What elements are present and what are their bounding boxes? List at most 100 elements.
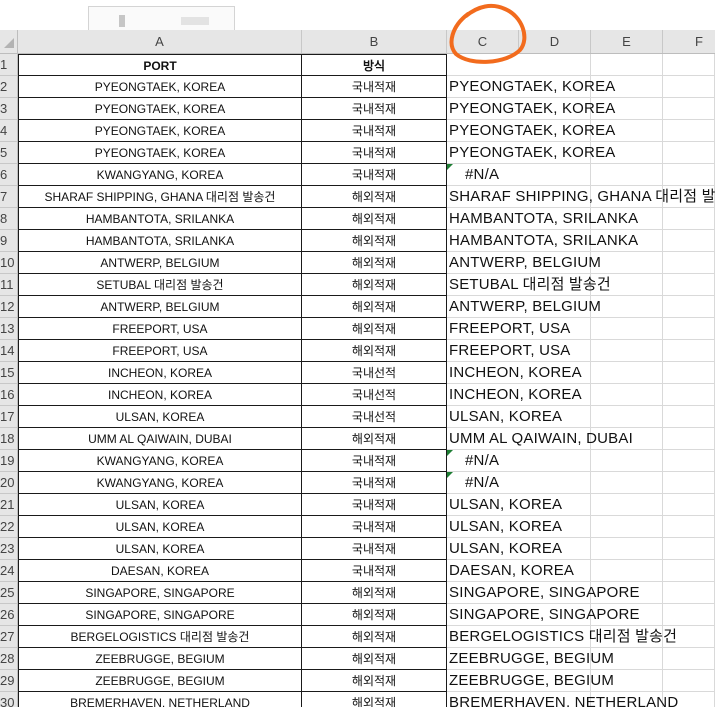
cell[interactable]: [519, 450, 591, 472]
cell[interactable]: [591, 538, 663, 560]
cell[interactable]: [591, 560, 663, 582]
method-cell[interactable]: 국내선적: [302, 362, 447, 384]
port-cell[interactable]: PYEONGTAEK, KOREA: [18, 98, 302, 120]
header-cell-c[interactable]: [447, 54, 519, 76]
method-cell[interactable]: 국내적재: [302, 76, 447, 98]
column-header-a[interactable]: A: [18, 30, 302, 53]
cell[interactable]: [663, 516, 715, 538]
row-header[interactable]: 29: [0, 670, 18, 692]
row-header[interactable]: 24: [0, 560, 18, 582]
cell[interactable]: [519, 472, 591, 494]
cell[interactable]: [663, 582, 715, 604]
method-cell[interactable]: 해외적재: [302, 582, 447, 604]
cell[interactable]: [663, 296, 715, 318]
cell[interactable]: [591, 450, 663, 472]
cell[interactable]: [591, 318, 663, 340]
column-header-d[interactable]: D: [519, 30, 591, 53]
row-header[interactable]: 5: [0, 142, 18, 164]
port-cell[interactable]: DAESAN, KOREA: [18, 560, 302, 582]
cell[interactable]: [663, 428, 715, 450]
column-header-b[interactable]: B: [302, 30, 447, 53]
cell[interactable]: [663, 252, 715, 274]
method-cell[interactable]: 해외적재: [302, 340, 447, 362]
port-cell[interactable]: SHARAF SHIPPING, GHANA 대리점 발송건: [18, 186, 302, 208]
cell[interactable]: [663, 230, 715, 252]
cell[interactable]: [663, 648, 715, 670]
port-cell[interactable]: KWANGYANG, KOREA: [18, 472, 302, 494]
row-header[interactable]: 22: [0, 516, 18, 538]
method-cell[interactable]: 해외적재: [302, 692, 447, 707]
row-header[interactable]: 17: [0, 406, 18, 428]
method-cell[interactable]: 해외적재: [302, 318, 447, 340]
row-header[interactable]: 9: [0, 230, 18, 252]
port-cell[interactable]: PYEONGTAEK, KOREA: [18, 120, 302, 142]
port-cell[interactable]: ZEEBRUGGE, BEGIUM: [18, 670, 302, 692]
cell[interactable]: [663, 450, 715, 472]
port-cell[interactable]: ULSAN, KOREA: [18, 406, 302, 428]
row-header[interactable]: 13: [0, 318, 18, 340]
method-cell[interactable]: 국내적재: [302, 494, 447, 516]
cell[interactable]: [663, 384, 715, 406]
cell[interactable]: [663, 538, 715, 560]
cell[interactable]: [519, 54, 591, 76]
cell[interactable]: [663, 274, 715, 296]
method-cell[interactable]: 해외적재: [302, 186, 447, 208]
port-cell[interactable]: INCHEON, KOREA: [18, 384, 302, 406]
cell[interactable]: [663, 472, 715, 494]
select-all-button[interactable]: [0, 30, 18, 54]
cell[interactable]: [663, 362, 715, 384]
column-header-e[interactable]: E: [591, 30, 663, 53]
port-cell[interactable]: HAMBANTOTA, SRILANKA: [18, 208, 302, 230]
method-cell[interactable]: 해외적재: [302, 274, 447, 296]
method-cell[interactable]: 해외적재: [302, 296, 447, 318]
port-cell[interactable]: PYEONGTAEK, KOREA: [18, 142, 302, 164]
row-header[interactable]: 2: [0, 76, 18, 98]
cell[interactable]: [663, 120, 715, 142]
cell[interactable]: [591, 472, 663, 494]
cell[interactable]: [663, 208, 715, 230]
row-header[interactable]: 26: [0, 604, 18, 626]
cell[interactable]: [591, 362, 663, 384]
cell[interactable]: [591, 406, 663, 428]
cell[interactable]: [519, 164, 591, 186]
header-cell-port[interactable]: PORT: [18, 54, 302, 76]
row-header[interactable]: 30: [0, 692, 18, 707]
method-cell[interactable]: 국내선적: [302, 406, 447, 428]
row-header[interactable]: 18: [0, 428, 18, 450]
port-cell[interactable]: ULSAN, KOREA: [18, 516, 302, 538]
port-cell[interactable]: BREMERHAVEN, NETHERLAND: [18, 692, 302, 707]
method-cell[interactable]: 국내적재: [302, 538, 447, 560]
method-cell[interactable]: 국내적재: [302, 560, 447, 582]
method-cell[interactable]: 해외적재: [302, 428, 447, 450]
method-cell[interactable]: 해외적재: [302, 648, 447, 670]
port-cell[interactable]: ZEEBRUGGE, BEGIUM: [18, 648, 302, 670]
port-cell[interactable]: HAMBANTOTA, SRILANKA: [18, 230, 302, 252]
row-header[interactable]: 1: [0, 54, 18, 76]
method-cell[interactable]: 해외적재: [302, 208, 447, 230]
row-header[interactable]: 28: [0, 648, 18, 670]
port-cell[interactable]: SINGAPORE, SINGAPORE: [18, 604, 302, 626]
row-header[interactable]: 20: [0, 472, 18, 494]
error-indicator-icon[interactable]: [447, 450, 453, 456]
column-header-f[interactable]: F: [663, 30, 715, 53]
row-header[interactable]: 3: [0, 98, 18, 120]
cell[interactable]: [591, 384, 663, 406]
cell[interactable]: [663, 318, 715, 340]
row-header[interactable]: 15: [0, 362, 18, 384]
row-header[interactable]: 10: [0, 252, 18, 274]
port-cell[interactable]: PYEONGTAEK, KOREA: [18, 76, 302, 98]
method-cell[interactable]: 해외적재: [302, 604, 447, 626]
row-header[interactable]: 23: [0, 538, 18, 560]
port-cell[interactable]: FREEPORT, USA: [18, 340, 302, 362]
port-cell[interactable]: KWANGYANG, KOREA: [18, 164, 302, 186]
method-cell[interactable]: 국내적재: [302, 164, 447, 186]
sheet-tab[interactable]: [88, 6, 235, 30]
port-cell[interactable]: BERGELOGISTICS 대리점 발송건: [18, 626, 302, 648]
cell[interactable]: [591, 340, 663, 362]
error-indicator-icon[interactable]: [447, 164, 453, 170]
cell[interactable]: [663, 340, 715, 362]
row-header[interactable]: 25: [0, 582, 18, 604]
header-cell-method[interactable]: 방식: [302, 54, 447, 76]
row-header[interactable]: 4: [0, 120, 18, 142]
port-cell[interactable]: ANTWERP, BELGIUM: [18, 252, 302, 274]
